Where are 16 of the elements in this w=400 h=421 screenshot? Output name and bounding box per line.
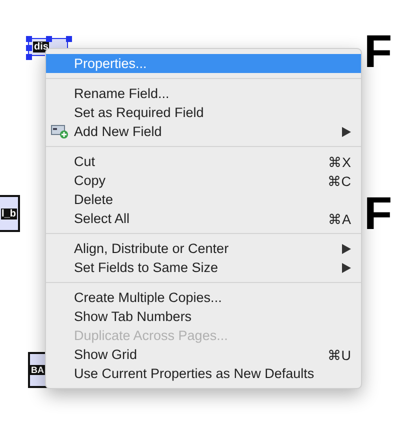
menu-item[interactable]: Set as Required Field <box>46 103 361 122</box>
menu-item[interactable]: Use Current Properties as New Defaults <box>46 364 361 383</box>
menu-item[interactable]: Rename Field... <box>46 84 361 103</box>
menu-item[interactable]: Delete <box>46 190 361 209</box>
page-heading: F <box>364 190 392 236</box>
menu-item[interactable]: Show Grid ⌘U <box>46 345 361 364</box>
menu-item[interactable]: Show Tab Numbers <box>46 307 361 326</box>
menu-item[interactable]: Add New Field <box>46 122 361 141</box>
menu-item[interactable]: Cut ⌘X <box>46 152 361 171</box>
menu-item[interactable]: Set Fields to Same Size <box>46 258 361 277</box>
menu-item[interactable]: Select All ⌘A <box>46 209 361 228</box>
form-field[interactable]: l_b <box>0 195 20 232</box>
page-heading: F <box>364 28 392 74</box>
menu-item[interactable]: Align, Distribute or Center <box>46 239 361 258</box>
menu-item[interactable]: Copy ⌘C <box>46 171 361 190</box>
menu-item[interactable]: Create Multiple Copies... <box>46 288 361 307</box>
